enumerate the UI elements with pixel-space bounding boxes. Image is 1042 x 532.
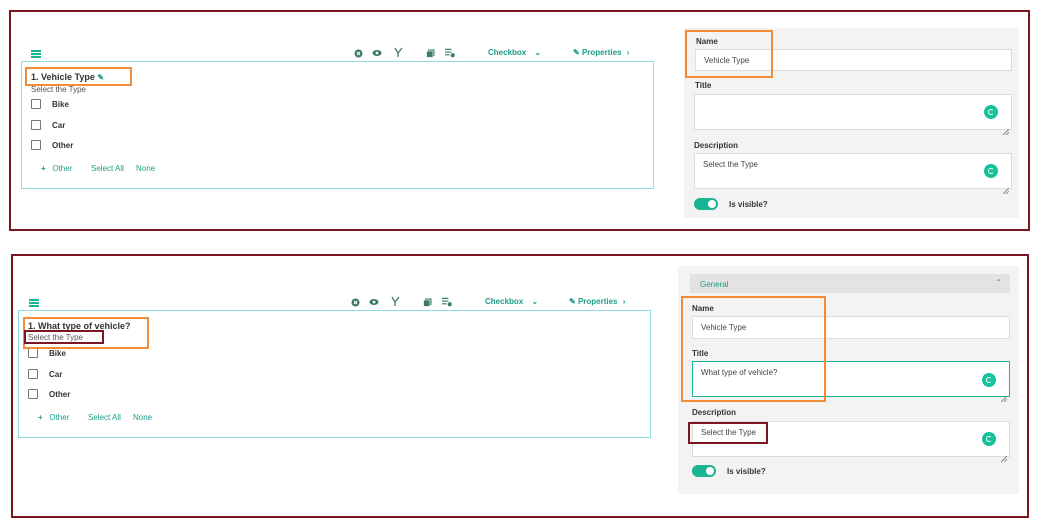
resize-handle-icon[interactable] (1000, 449, 1008, 463)
choice-label: Other (49, 390, 71, 399)
visible-toggle[interactable] (694, 198, 718, 210)
duplicate-icon[interactable] (422, 297, 432, 307)
add-other-button[interactable]: + Other (41, 164, 72, 173)
add-to-toolbox-icon[interactable] (445, 48, 455, 58)
choice-label: Car (52, 121, 66, 130)
description-textarea[interactable]: Select the Type (694, 153, 1012, 189)
none-button[interactable]: None (133, 413, 152, 422)
question-type-dropdown[interactable]: Checkbox ⌄ (488, 48, 541, 58)
title-textarea[interactable] (694, 94, 1012, 130)
delete-icon[interactable] (350, 297, 360, 307)
highlight-box (681, 296, 826, 402)
chevron-down-icon: ⌄ (531, 297, 539, 306)
choice-checkbox[interactable] (31, 99, 41, 109)
chevron-up-icon: ⌃ (995, 278, 1002, 287)
visible-toggle[interactable] (692, 465, 716, 477)
eye-icon[interactable] (372, 48, 382, 58)
visible-label: Is visible? (727, 467, 766, 476)
choice-label: Car (49, 370, 63, 379)
select-all-button[interactable]: Select All (91, 164, 124, 173)
general-section-header[interactable]: General ⌃ (690, 274, 1010, 293)
visible-label: Is visible? (729, 200, 768, 209)
delete-icon[interactable] (353, 48, 363, 58)
grammarly-icon[interactable] (982, 373, 996, 387)
plus-icon: + (38, 413, 43, 422)
properties-button[interactable]: ✎ Properties › (573, 48, 629, 58)
choice-checkbox[interactable] (28, 348, 38, 358)
grammarly-icon[interactable] (984, 164, 998, 178)
plus-icon: + (41, 164, 46, 173)
grammarly-icon[interactable] (984, 105, 998, 119)
hamburger-menu-icon[interactable] (29, 299, 39, 307)
highlight-box (688, 422, 768, 444)
choice-checkbox[interactable] (31, 120, 41, 130)
title-label: Title (695, 81, 712, 90)
none-button[interactable]: None (136, 164, 155, 173)
duplicate-icon[interactable] (425, 48, 435, 58)
choice-checkbox[interactable] (28, 389, 38, 399)
choice-label: Other (52, 141, 74, 150)
eye-icon[interactable] (369, 297, 379, 307)
resize-handle-icon[interactable] (1002, 181, 1010, 195)
question-description[interactable]: Select the Type (31, 85, 86, 94)
choice-label: Bike (52, 100, 69, 109)
chevron-down-icon: ⌄ (534, 48, 542, 57)
grammarly-icon[interactable] (982, 432, 996, 446)
properties-button[interactable]: ✎ Properties › (569, 297, 625, 307)
hamburger-menu-icon[interactable] (31, 50, 41, 58)
choice-label: Bike (49, 349, 66, 358)
select-all-button[interactable]: Select All (88, 413, 121, 422)
resize-handle-icon[interactable] (1002, 122, 1010, 136)
chevron-right-icon: › (626, 48, 630, 57)
add-to-toolbox-icon[interactable] (442, 297, 452, 307)
choice-checkbox[interactable] (28, 369, 38, 379)
highlight-box (685, 30, 773, 78)
choice-checkbox[interactable] (31, 140, 41, 150)
question-type-dropdown[interactable]: Checkbox ⌄ (485, 297, 538, 307)
wrench-icon: ✎ (569, 297, 576, 306)
description-label: Description (694, 141, 739, 150)
add-other-button[interactable]: + Other (38, 413, 69, 422)
highlight-box (25, 67, 132, 86)
required-toggle-icon[interactable] (390, 296, 400, 306)
wrench-icon: ✎ (573, 48, 580, 57)
resize-handle-icon[interactable] (1000, 389, 1008, 403)
chevron-right-icon: › (622, 297, 626, 306)
highlight-box (24, 330, 104, 344)
required-toggle-icon[interactable] (393, 47, 403, 57)
description-label: Description (692, 408, 737, 417)
